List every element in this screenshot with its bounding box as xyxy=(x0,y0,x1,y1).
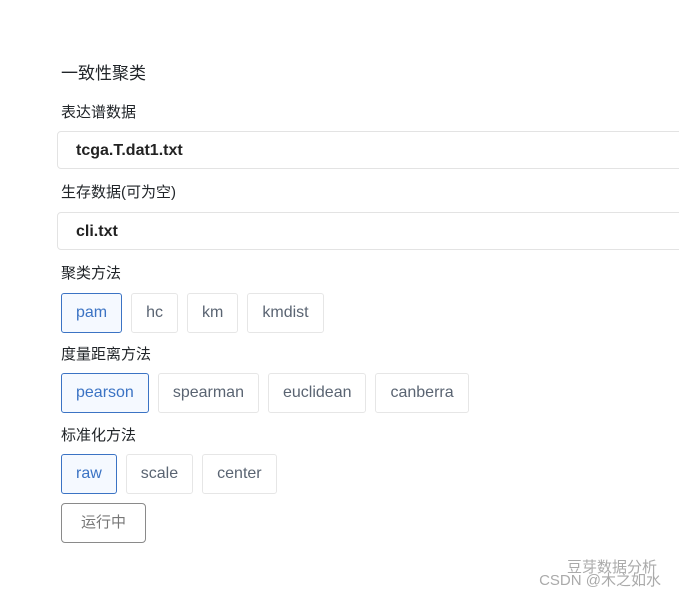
cluster-option-pam[interactable]: pam xyxy=(61,293,123,333)
distance-option-pearson[interactable]: pearson xyxy=(61,373,149,413)
norm-options: raw scale center xyxy=(61,454,277,494)
distance-option-spearman[interactable]: spearman xyxy=(157,373,259,413)
norm-option-raw[interactable]: raw xyxy=(61,454,117,494)
watermark-line2: CSDN @木之如水 xyxy=(539,572,661,589)
cluster-option-hc[interactable]: hc xyxy=(131,293,179,333)
norm-option-scale[interactable]: scale xyxy=(125,454,194,494)
norm-option-center[interactable]: center xyxy=(202,454,277,494)
cluster-label: 聚类方法 xyxy=(61,265,122,282)
cluster-option-km[interactable]: km xyxy=(187,293,239,333)
distance-option-canberra[interactable]: canberra xyxy=(375,373,469,413)
cluster-options: pam hc km kmdist xyxy=(61,293,324,333)
distance-label: 度量距离方法 xyxy=(61,346,152,363)
cluster-option-kmdist[interactable]: kmdist xyxy=(247,293,324,333)
distance-options: pearson spearman euclidean canberra xyxy=(61,373,469,413)
surv-label: 生存数据(可为空) xyxy=(61,184,176,201)
surv-input[interactable]: cli.txt xyxy=(57,212,679,250)
page-title: 一致性聚类 xyxy=(61,64,146,83)
expr-input[interactable]: tcga.T.dat1.txt xyxy=(57,131,679,169)
distance-option-euclidean[interactable]: euclidean xyxy=(267,373,367,413)
run-button[interactable]: 运行中 xyxy=(61,503,146,543)
expr-label: 表达谱数据 xyxy=(61,104,137,121)
norm-label: 标准化方法 xyxy=(61,427,137,444)
